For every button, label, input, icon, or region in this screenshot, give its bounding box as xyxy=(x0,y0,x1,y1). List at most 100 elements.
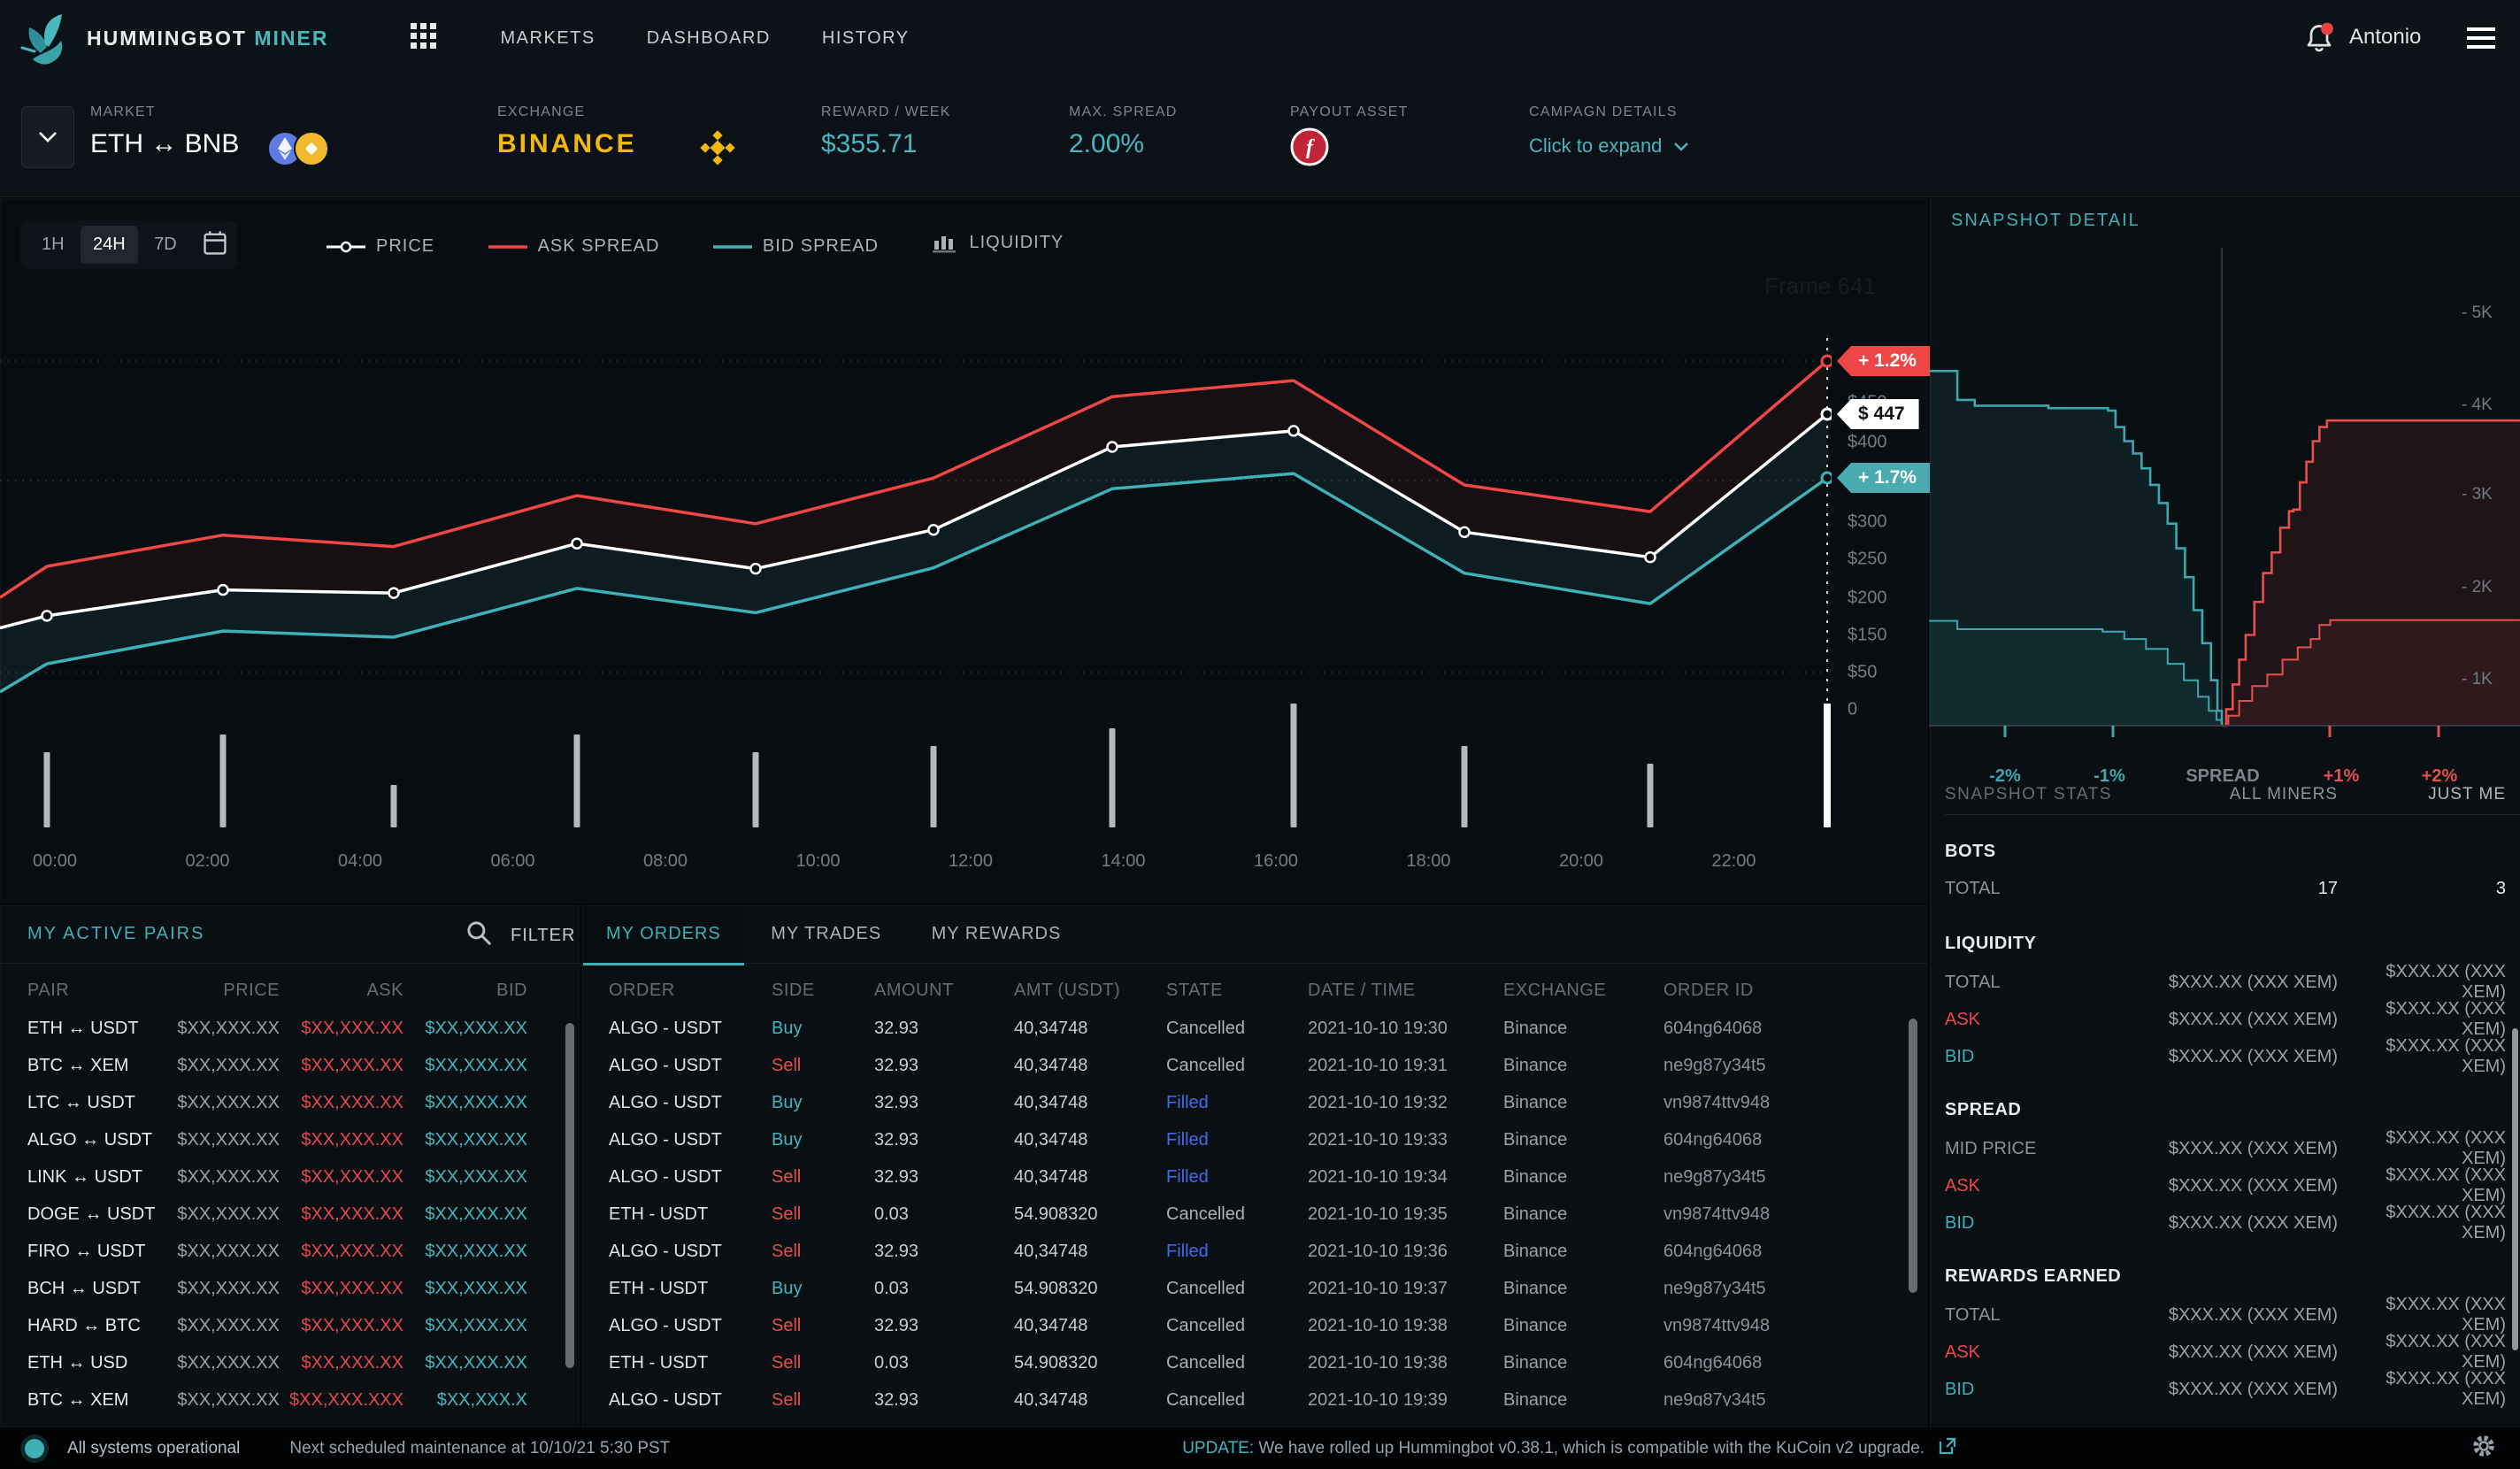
time-axis-label: 22:00 xyxy=(1711,851,1756,872)
time-axis-label: 10:00 xyxy=(795,851,840,872)
order-id: ne9g87y34t5 xyxy=(1663,1056,1928,1076)
brand-accent: MINER xyxy=(254,27,328,50)
order-exchange: Binance xyxy=(1503,1390,1663,1407)
legend-ask-spread[interactable]: ASK SPREAD xyxy=(488,236,660,257)
pairs-scrollbar[interactable] xyxy=(565,1023,574,1368)
tab-my-trades[interactable]: MY TRADES xyxy=(748,906,904,962)
pair-price: $XX,XXX.XX xyxy=(160,1204,280,1225)
order-id: ne9g87y34t5 xyxy=(1663,1167,1928,1188)
pair-row[interactable]: BTC ↔ XEM$XX,XXX.XX$XX,XXX.XXX$XX,XXX.X xyxy=(1,1381,580,1419)
nav-item-dashboard[interactable]: DASHBOARD xyxy=(647,28,771,49)
reward-week-value: $355.71 xyxy=(821,129,917,159)
order-amt-usdt: 40,34748 xyxy=(1014,1316,1166,1336)
pair-row[interactable]: LINK ↔ USDT$XX,XXX.XX$XX,XXX.XX$XX,XXX.X… xyxy=(1,1158,580,1196)
order-amt-usdt: 54.908320 xyxy=(1014,1279,1166,1299)
timeframe-7d[interactable]: 7D xyxy=(142,226,189,264)
order-date: 2021-10-10 19:36 xyxy=(1308,1242,1503,1262)
timeframe-24h[interactable]: 24H xyxy=(81,226,138,264)
price-chart[interactable] xyxy=(0,292,1832,832)
order-row[interactable]: ALGO - USDTBuy32.9340,34748Filled2021-10… xyxy=(583,1121,1928,1158)
update-text: UPDATE: We have rolled up Hummingbot v0.… xyxy=(1182,1439,1925,1458)
col-just-me: JUST ME xyxy=(2338,785,2506,804)
pair-row[interactable]: DOGE ↔ USDT$XX,XXX.XX$XX,XXX.XX$XX,XXX.X… xyxy=(1,1196,580,1233)
pair-row[interactable]: ETH ↔ USDT$XX,XXX.XX$XX,XXX.XX$XX,XXX.XX xyxy=(1,1010,580,1047)
timeframe-1h[interactable]: 1H xyxy=(29,226,77,264)
order-row[interactable]: ALGO - USDTSell32.9340,34748Filled2021-1… xyxy=(583,1233,1928,1270)
search-icon[interactable] xyxy=(465,919,495,953)
user-menu[interactable]: Antonio xyxy=(2349,25,2421,50)
campaign-expand-toggle[interactable]: Click to expand xyxy=(1529,135,1689,158)
pair-row[interactable]: LTC ↔ USDT$XX,XXX.XX$XX,XXX.XX$XX,XXX.XX xyxy=(1,1084,580,1121)
order-amt-usdt: 54.908320 xyxy=(1014,1353,1166,1373)
settings-gear-icon[interactable] xyxy=(2470,1433,2497,1465)
order-exchange: Binance xyxy=(1503,1093,1663,1113)
order-id: vn9874ttv948 xyxy=(1663,1204,1928,1225)
time-axis-label: 14:00 xyxy=(1101,851,1145,872)
order-row[interactable]: ALGO - USDTBuy32.9340,34748Filled2021-10… xyxy=(583,1084,1928,1121)
orders-col-header: SIDE xyxy=(772,981,874,1001)
order-row[interactable]: ETH - USDTBuy0.0354.908320Cancelled2021-… xyxy=(583,1270,1928,1307)
orders-scrollbar[interactable] xyxy=(1909,1019,1917,1293)
filter-button[interactable]: FILTER xyxy=(511,926,575,946)
stats-value-just-me: $XXX.XX (XXX XEM) xyxy=(2338,1332,2506,1373)
pair-row[interactable]: HARD ↔ BTC$XX,XXX.XX$XX,XXX.XX$XX,XXX.XX xyxy=(1,1307,580,1344)
chevron-down-icon xyxy=(37,130,58,144)
order-side: Sell xyxy=(772,1390,874,1407)
pair-ask: $XX,XXX.XXX xyxy=(280,1390,403,1411)
order-row[interactable]: ALGO - USDTSell32.9340,34748Cancelled202… xyxy=(583,1381,1928,1406)
stats-row: ASK$XXX.XX (XXX XEM)$XXX.XX (XXX XEM) xyxy=(1945,999,2520,1036)
stats-value-just-me: $XXX.XX (XXX XEM) xyxy=(2338,962,2506,1003)
stats-row-label: ASK xyxy=(1945,1176,2124,1196)
stats-scrollbar[interactable] xyxy=(2512,1028,2518,1350)
stats-row: TOTAL$XXX.XX (XXX XEM)$XXX.XX (XXX XEM) xyxy=(1945,962,2520,999)
order-state: Filled xyxy=(1166,1242,1308,1262)
chart-legend: PRICE ASK SPREAD BID SPREAD LIQUIDITY xyxy=(327,233,1113,258)
order-row[interactable]: ETH - USDTSell0.0354.908320Cancelled2021… xyxy=(583,1196,1928,1233)
tab-my-rewards[interactable]: MY REWARDS xyxy=(909,906,1085,962)
nav-item-history[interactable]: HISTORY xyxy=(822,28,910,49)
max-spread-value: 2.00% xyxy=(1069,129,1144,159)
hamburger-menu-icon[interactable] xyxy=(2465,25,2497,56)
order-date: 2021-10-10 19:37 xyxy=(1308,1279,1503,1299)
pair-price: $XX,XXX.XX xyxy=(160,1056,280,1076)
order-side: Sell xyxy=(772,1316,874,1336)
hummingbot-logo-icon[interactable] xyxy=(16,9,74,72)
collapse-market-button[interactable] xyxy=(21,106,74,168)
external-link-icon[interactable] xyxy=(1937,1435,1958,1462)
nav-item-markets[interactable]: MARKETS xyxy=(501,28,595,49)
order-row[interactable]: ETH - USDTSell0.0354.908320Cancelled2021… xyxy=(583,1344,1928,1381)
stats-row-label: BID xyxy=(1945,1380,2124,1400)
pair-bid: $XX,XXX.XX xyxy=(403,1279,527,1299)
pair-row[interactable]: BCH ↔ USDT$XX,XXX.XX$XX,XXX.XX$XX,XXX.XX xyxy=(1,1270,580,1307)
stats-value-all-miners: $XXX.XX (XXX XEM) xyxy=(2124,1305,2338,1326)
pair-row[interactable]: ETH ↔ USD$XX,XXX.XX$XX,XXX.XX$XX,XXX.XX xyxy=(1,1344,580,1381)
apps-grid-icon[interactable] xyxy=(409,21,439,56)
orders-panel: MY ORDERS MY TRADES MY REWARDS ORDERSIDE… xyxy=(582,905,1927,1427)
stats-row-label: BID xyxy=(1945,1213,2124,1234)
order-row[interactable]: ALGO - USDTSell32.9340,34748Filled2021-1… xyxy=(583,1158,1928,1196)
order-date: 2021-10-10 19:38 xyxy=(1308,1353,1503,1373)
legend-price[interactable]: PRICE xyxy=(327,236,434,257)
legend-bid-spread[interactable]: BID SPREAD xyxy=(713,236,879,257)
reward-week-label: REWARD / WEEK xyxy=(821,104,951,120)
notifications-bell-icon[interactable] xyxy=(2301,19,2338,61)
order-id: vn9874ttv948 xyxy=(1663,1093,1928,1113)
calendar-icon[interactable] xyxy=(202,229,228,262)
stats-section-title: REWARDS EARNED xyxy=(1945,1257,2520,1295)
order-id: 604ng64068 xyxy=(1663,1130,1928,1150)
legend-liquidity[interactable]: LIQUIDITY xyxy=(932,233,1064,253)
snapshot-detail-title: SNAPSHOT DETAIL xyxy=(1951,211,2140,231)
order-pair: ALGO - USDT xyxy=(609,1167,772,1188)
order-row[interactable]: ALGO - USDTSell32.9340,34748Cancelled202… xyxy=(583,1307,1928,1344)
order-row[interactable]: ALGO - USDTBuy32.9340,34748Cancelled2021… xyxy=(583,1010,1928,1047)
pair-ask: $XX,XXX.XX xyxy=(280,1279,403,1299)
stats-value-all-miners: $XXX.XX (XXX XEM) xyxy=(2124,1047,2338,1067)
order-amount: 32.93 xyxy=(874,1167,1014,1188)
stats-row: TOTAL173 xyxy=(1945,870,2520,907)
order-row[interactable]: ALGO - USDTSell32.9340,34748Cancelled202… xyxy=(583,1047,1928,1084)
pair-row[interactable]: BTC ↔ XEM$XX,XXX.XX$XX,XXX.XX$XX,XXX.XX xyxy=(1,1047,580,1084)
tab-my-orders[interactable]: MY ORDERS xyxy=(583,906,744,965)
pair-row[interactable]: ALGO ↔ USDT$XX,XXX.XX$XX,XXX.XX$XX,XXX.X… xyxy=(1,1121,580,1158)
pair-row[interactable]: FIRO ↔ USDT$XX,XXX.XX$XX,XXX.XX$XX,XXX.X… xyxy=(1,1233,580,1270)
spread-depth-chart[interactable] xyxy=(1929,248,2520,743)
